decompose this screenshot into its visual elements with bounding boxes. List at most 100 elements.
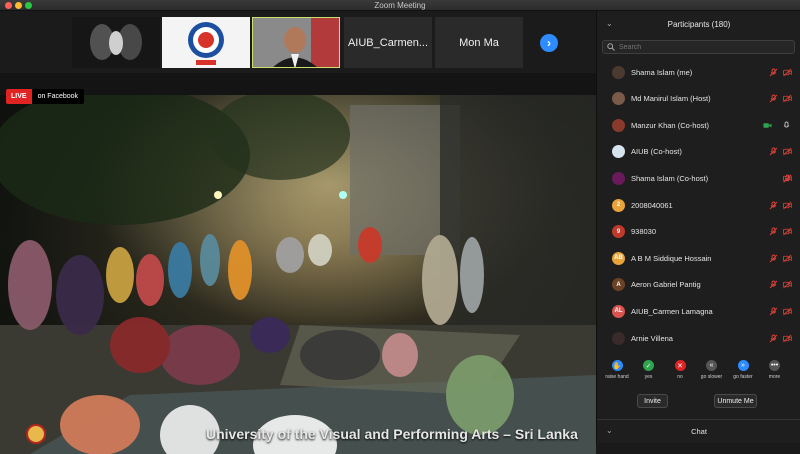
chat-section-header[interactable]: ⌄ Chat (597, 419, 800, 443)
participant-tile-name: Mon Ma (459, 36, 499, 49)
gallery-tile-1[interactable] (72, 17, 160, 68)
participant-row[interactable]: Manzur Khan (Co-host) (597, 112, 800, 138)
participant-row[interactable]: Md Manirul Islam (Host) (597, 86, 800, 112)
gallery-tile-5[interactable]: Mon Ma (435, 17, 523, 68)
no-button[interactable]: ✕ no (664, 360, 696, 380)
shared-video (0, 95, 596, 454)
performance-scene (0, 95, 596, 454)
participant-search[interactable] (602, 40, 795, 54)
reaction-label: go slower (700, 374, 723, 380)
video-off-icon (783, 254, 792, 263)
participant-tile-name: AIUB_Carmen... (347, 36, 429, 49)
avatar: AL (612, 304, 625, 318)
participant-row[interactable]: AL AIUB_Carmen Lamagna (597, 298, 800, 324)
participants-header: ⌄ Participants (180) (597, 11, 800, 37)
chat-label: Chat (691, 427, 707, 436)
mic-muted-icon (769, 254, 778, 263)
video-off-icon (783, 68, 792, 77)
live-stream-badge[interactable]: LIVE on Facebook (6, 89, 85, 104)
avatar: 2 (612, 198, 625, 212)
participant-name: 2008040061 (631, 200, 673, 210)
go-faster-button[interactable]: » go faster (727, 360, 759, 380)
mic-icon (782, 121, 791, 130)
rewind-icon: « (706, 360, 717, 371)
reaction-label: yes (644, 374, 653, 380)
live-destination: on Facebook (37, 93, 79, 100)
participant-name: A B M Siddique Hossain (631, 253, 712, 263)
participant-row[interactable]: Shama Islam (Co-host) (597, 165, 800, 191)
participant-row[interactable]: Shama Islam (me) (597, 59, 800, 85)
chevron-down-icon[interactable]: ⌄ (606, 19, 613, 28)
avatar (612, 65, 625, 79)
check-icon: ✓ (643, 360, 654, 371)
next-page-button[interactable]: › (540, 34, 558, 52)
live-label: LIVE (6, 89, 32, 104)
hand-icon: ✋ (611, 360, 623, 371)
video-caption: University of the Visual and Performing … (206, 426, 578, 442)
yes-button[interactable]: ✓ yes (633, 360, 665, 380)
more-icon: ••• (769, 360, 780, 371)
participant-row[interactable]: Arnie Villena (597, 325, 800, 351)
participant-row[interactable]: AIUB (Co-host) (597, 139, 800, 165)
mic-muted-icon (783, 174, 792, 183)
video-off-icon (783, 147, 792, 156)
mic-muted-icon (769, 68, 778, 77)
dark-art-thumbnail (72, 17, 160, 68)
title-bar: Zoom Meeting (0, 0, 800, 11)
mic-muted-icon (769, 94, 778, 103)
more-button[interactable]: ••• more (759, 360, 791, 380)
avatar (612, 118, 625, 132)
raise-hand-button[interactable]: ✋ raise hand (601, 360, 633, 380)
reaction-label: no (677, 374, 683, 380)
gallery-strip: AIUB_Carmen... Mon Ma › (0, 11, 596, 73)
video-on-icon (763, 121, 772, 130)
participant-name: Arnie Villena (631, 333, 673, 343)
avatar: 9 (612, 225, 625, 239)
avatar: AB (612, 251, 625, 265)
search-icon (607, 43, 615, 51)
go-slower-button[interactable]: « go slower (696, 360, 728, 380)
reaction-controls: ✋ raise hand ✓ yes ✕ no « go slower » go faster ••… (597, 360, 800, 386)
video-off-icon (783, 227, 792, 236)
video-off-icon (783, 94, 792, 103)
participants-panel: ⌄ Participants (180) Shama Islam (me) Md … (596, 11, 800, 443)
speaker-video-thumbnail (253, 18, 339, 67)
mic-muted-icon (769, 227, 778, 236)
unmute-me-button[interactable]: Unmute Me (714, 394, 757, 408)
avatar (612, 92, 625, 106)
gallery-tile-2[interactable] (162, 17, 250, 68)
participant-name: 938030 (631, 227, 657, 237)
avatar: A (612, 278, 625, 292)
gallery-tile-4[interactable]: AIUB_Carmen... (344, 17, 432, 68)
mic-muted-icon (769, 307, 778, 316)
video-off-icon (783, 307, 792, 316)
window-title: Zoom Meeting (374, 1, 426, 10)
gallery-tile-3-active-speaker[interactable] (252, 17, 340, 68)
avatar (612, 331, 625, 345)
avatar (612, 171, 625, 185)
participant-name: Shama Islam (me) (631, 67, 693, 77)
participant-name: AIUB_Carmen Lamagna (631, 306, 713, 316)
university-logo-thumbnail (162, 17, 250, 68)
reaction-label: more (768, 374, 781, 380)
participants-title: Participants (180) (667, 19, 731, 29)
x-icon: ✕ (674, 360, 686, 371)
university-watermark-logo (26, 424, 46, 444)
fast-forward-icon: » (737, 360, 749, 371)
chevron-down-icon[interactable]: ⌄ (606, 426, 613, 435)
invite-button[interactable]: Invite (637, 394, 668, 408)
chevron-right-icon: › (547, 36, 551, 50)
avatar (612, 145, 625, 159)
main-video-area: AIUB_Carmen... Mon Ma › LIVE on Facebook… (0, 11, 596, 454)
participant-row[interactable]: AB A B M Siddique Hossain (597, 245, 800, 271)
reaction-label: go faster (733, 374, 753, 380)
participant-row[interactable]: A Aeron Gabriel Pantig (597, 272, 800, 298)
search-input[interactable] (619, 43, 789, 51)
participant-row[interactable]: 9 938030 (597, 219, 800, 245)
video-off-icon (783, 201, 792, 210)
participant-row[interactable]: 2 2008040061 (597, 192, 800, 218)
mic-muted-icon (769, 334, 778, 343)
video-off-icon (783, 280, 792, 289)
participant-name: Shama Islam (Co-host) (631, 173, 709, 183)
participant-name: Aeron Gabriel Pantig (631, 280, 701, 290)
